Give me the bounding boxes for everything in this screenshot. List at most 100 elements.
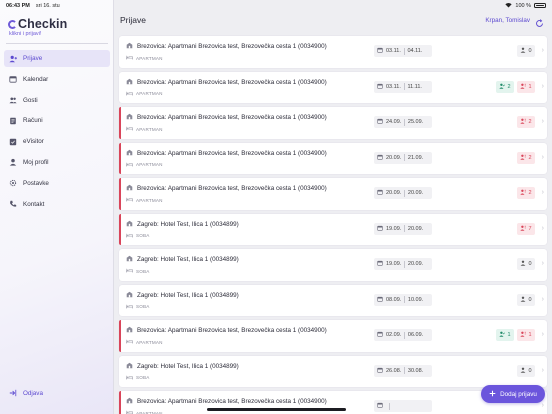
guest-badges: 2 [517, 151, 535, 164]
guest-count: 1 [528, 83, 532, 90]
booking-row[interactable]: Zagreb: Hotel Test, Ilica 1 (0034899) SO… [119, 355, 547, 387]
guest-count: 1 [507, 332, 511, 338]
logout-icon [9, 389, 17, 397]
booking-row[interactable]: Brezovica: Apartmani Brezovica test, Bre… [119, 107, 547, 139]
date-to: 21.09. [407, 154, 424, 161]
guest-count-badge: 0 [517, 45, 535, 57]
unit-type-text: APARTMAN [136, 91, 163, 96]
guest-badges: 1 1 [496, 329, 535, 341]
sidebar-item-prijave[interactable]: Prijave [4, 50, 110, 67]
booking-row[interactable]: Zagreb: Hotel Test, Ilica 1 (0034899) SO… [119, 249, 547, 281]
sidebar-item-label: Postavke [23, 179, 49, 187]
chevron-right-icon: › [541, 366, 544, 374]
person-alert-icon [520, 189, 526, 197]
guest-count: 2 [528, 119, 532, 125]
booking-unit-type: APARTMAN [126, 126, 163, 132]
calendar-icon [377, 225, 383, 233]
guest-badges: 2 1 [496, 80, 535, 93]
building-icon [126, 113, 133, 122]
logout-label: Odjava [23, 389, 43, 397]
sidebar-item-kalendar[interactable]: Kalendar [4, 71, 110, 88]
sidebar-item-racuni[interactable]: Računi [4, 112, 110, 129]
booking-row[interactable]: Brezovica: Apartmani Brezovica test, Bre… [119, 36, 547, 68]
date-from: 24.09. [386, 119, 402, 125]
wifi-icon [505, 2, 513, 10]
building-icon [126, 255, 133, 264]
unit-type-text: APARTMAN [136, 197, 163, 203]
sidebar-item-kontakt[interactable]: Kontakt [4, 196, 110, 213]
guest-count-badge: 1 [517, 329, 535, 341]
booking-title-text: Brezovica: Apartmani Brezovica test, Bre… [137, 327, 327, 334]
booking-title-text: Zagreb: Hotel Test, Ilica 1 (0034899) [137, 220, 239, 228]
logout-button[interactable]: Odjava [9, 389, 43, 397]
person-alert-icon [520, 154, 526, 162]
date-from: 20.09. [386, 190, 402, 196]
booking-dates: 26.08. 30.08. [374, 364, 432, 377]
bed-icon [126, 126, 133, 132]
guest-badges: 2 [517, 187, 535, 199]
add-checkin-label: Dodaj prijavu [500, 390, 537, 398]
building-icon [126, 149, 133, 158]
booking-row[interactable]: Zagreb: Hotel Test, Ilica 1 (0034899) SO… [119, 284, 547, 316]
booking-row[interactable]: Brezovica: Apartmani Brezovica test, Bre… [119, 71, 547, 103]
date-from: 20.09. [386, 154, 402, 161]
calendar-icon [9, 75, 17, 83]
booking-title-text: Brezovica: Apartmani Brezovica test, Bre… [137, 43, 327, 50]
booking-dates: 03.11. 04.11. [374, 45, 432, 57]
guest-badges: 0 [517, 364, 535, 377]
booking-row[interactable]: Zagreb: Hotel Test, Ilica 1 (0034899) SO… [119, 213, 547, 245]
booking-dates: 08.09. 10.09. [374, 293, 432, 306]
date-separator [404, 331, 405, 339]
guest-count-badge: 0 [517, 293, 535, 306]
bed-icon [126, 91, 133, 97]
booking-unit-type: APARTMAN [126, 410, 163, 414]
guest-badges: 0 [517, 45, 535, 57]
sidebar-item-postavke[interactable]: Postavke [4, 175, 110, 192]
booking-dates: 02.09. 06.09. [374, 329, 432, 341]
booking-unit-type: APARTMAN [126, 91, 163, 97]
sidebar-item-moj-profil[interactable]: Moj profil [4, 154, 110, 171]
refresh-icon[interactable] [535, 15, 544, 27]
date-separator [404, 225, 405, 232]
calendar-icon [377, 367, 383, 375]
current-user-link[interactable]: Krpan, Tomislav [485, 17, 530, 24]
add-checkin-button[interactable]: Dodaj prijavu [481, 385, 545, 403]
date-from: 19.09. [386, 225, 402, 232]
date-from: 03.11. [386, 48, 401, 54]
unit-type-text: APARTMAN [136, 126, 163, 132]
sidebar-item-label: Moj profil [23, 158, 49, 166]
home-indicator [207, 408, 346, 411]
brand-name: Checkin [18, 17, 68, 31]
chevron-right-icon: › [541, 295, 544, 303]
booking-row[interactable]: Brezovica: Apartmani Brezovica test, Bre… [119, 178, 547, 210]
chevron-right-icon: › [541, 82, 544, 90]
main-content: Prijave Krpan, Tomislav Brezovica: Apart… [115, 0, 552, 414]
booking-title: Brezovica: Apartmani Brezovica test, Bre… [126, 42, 327, 51]
booking-row[interactable]: Brezovica: Apartmani Brezovica test, Bre… [119, 142, 547, 174]
page-title: Prijave [120, 15, 146, 25]
calendar-icon [377, 331, 383, 339]
date-from: 19.09. [386, 261, 402, 267]
calendar-icon [377, 296, 383, 304]
date-to: 20.09. [407, 261, 424, 267]
date-separator [404, 154, 405, 161]
chevron-right-icon: › [541, 189, 544, 196]
sidebar-item-gosti[interactable]: Gosti [4, 92, 110, 109]
sidebar-item-evisitor[interactable]: eVisitor [4, 133, 110, 150]
sidebar: Checkin klikni i prijavi! Prijave Kalend… [0, 0, 114, 414]
booking-dates: 19.09. 20.09. [374, 258, 432, 270]
booking-dates: 20.09. 20.09. [374, 187, 432, 199]
building-icon [126, 291, 133, 300]
sidebar-divider [6, 43, 108, 44]
guest-count: 2 [507, 83, 511, 90]
sidebar-item-label: Kontakt [23, 200, 45, 208]
booking-row[interactable]: Brezovica: Apartmani Brezovica test, Bre… [119, 320, 547, 352]
date-from: 08.09. [386, 296, 402, 303]
building-icon [126, 220, 133, 229]
person-add-icon [9, 55, 17, 63]
booking-title-text: Brezovica: Apartmani Brezovica test, Bre… [137, 78, 327, 86]
guest-badges: 0 [517, 293, 535, 306]
unit-type-text: APARTMAN [136, 410, 163, 414]
guest-count-badge: 0 [517, 258, 535, 270]
building-icon [126, 42, 133, 51]
